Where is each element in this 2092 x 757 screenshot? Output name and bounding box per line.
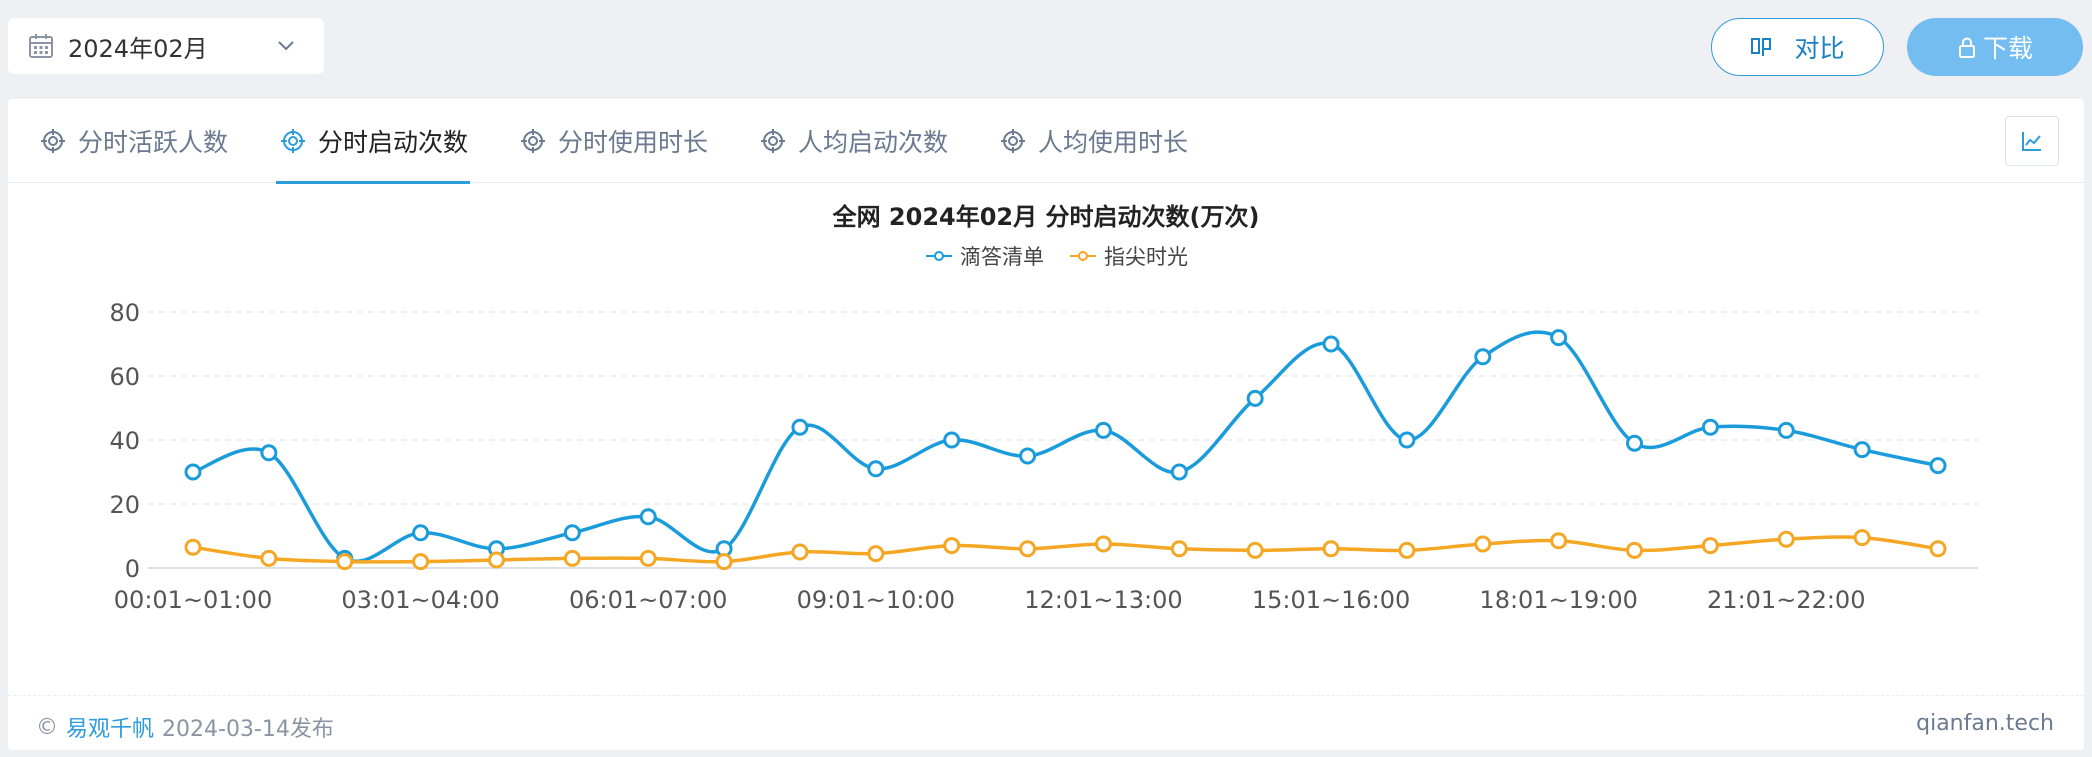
data-point [336,553,354,571]
site-name: qianfan.tech [1916,711,2054,736]
data-point [1550,532,1568,550]
data-point [1701,418,1719,436]
series-line-dida [192,330,1939,563]
data-point [412,524,430,542]
chart-card: 分时活跃人数 分时启动次数 分时使用时长 人均启动次数 人均使用时长 全网 20… [8,99,2084,750]
data-point [791,418,809,436]
compare-icon [1751,38,1772,56]
x-tick-label: 06:01~07:00 [569,586,727,614]
data-point [1094,421,1112,439]
data-point [1626,541,1644,559]
data-point [563,549,581,567]
legend-label: 指尖时光 [1104,245,1188,269]
data-point [715,553,733,571]
x-tick-label: 18:01~19:00 [1479,586,1637,614]
brand-link[interactable]: 易观千帆 [66,711,154,743]
chart-title: 全网 2024年02月 分时启动次数(万次) [832,203,1260,231]
x-tick-label: 09:01~10:00 [797,586,955,614]
y-tick-label: 0 [125,555,140,583]
data-point [1170,540,1188,558]
download-label: 下载 [1982,34,2033,63]
legend-label: 滴答清单 [960,245,1044,269]
data-point [1398,541,1416,559]
data-point [867,545,885,563]
data-point [1474,348,1492,366]
data-point [1853,529,1871,547]
x-tick-label: 21:01~22:00 [1707,586,1865,614]
chevron-down-icon [278,41,294,51]
data-point [1777,421,1795,439]
x-tick-label: 15:01~16:00 [1252,586,1410,614]
y-tick-label: 20 [109,491,140,519]
data-point [1170,463,1188,481]
data-point [1322,540,1340,558]
data-point [260,549,278,567]
footer-divider [8,695,2084,696]
data-point [1929,457,1947,475]
data-point [1246,389,1264,407]
data-point [563,524,581,542]
date-picker[interactable]: 2024年02月 [8,18,324,74]
legend-swatch-marker [934,251,944,261]
data-point [1019,540,1037,558]
lock-icon [1958,37,1975,58]
data-point [1777,530,1795,548]
y-tick-label: 80 [109,299,140,327]
data-point [260,444,278,462]
data-point [1626,434,1644,452]
data-point [1246,541,1264,559]
x-tick-label: 00:01~01:00 [114,586,272,614]
compare-button[interactable]: 对比 [1711,18,1884,76]
footer-credit: © 易观千帆 2024-03-14发布 [36,711,334,743]
download-button[interactable]: 下载 [1907,18,2083,76]
data-point [639,549,657,567]
legend-swatch-marker [1078,251,1088,261]
data-point [184,463,202,481]
data-point [1929,540,1947,558]
data-point [1019,447,1037,465]
data-point [867,460,885,478]
line-chart: 全网 2024年02月 分时启动次数(万次) 滴答清单 指尖时光 0 20 40 60 80 0… [109,203,1978,614]
calendar-icon [29,34,53,58]
copyright-symbol: © [36,714,58,740]
data-point [1853,441,1871,459]
data-point [791,543,809,561]
y-tick-label: 60 [109,363,140,391]
data-point [1474,535,1492,553]
data-point [639,508,657,526]
data-point [943,431,961,449]
data-point [184,538,202,556]
data-point [412,553,430,571]
x-tick-label: 03:01~04:00 [341,586,499,614]
data-point [943,537,961,555]
date-picker-value: 2024年02月 [68,34,208,63]
data-point [1701,537,1719,555]
data-point [1322,335,1340,353]
data-point [1550,329,1568,347]
data-point [1398,431,1416,449]
compare-label: 对比 [1794,34,1845,63]
publish-date: 2024-03-14发布 [162,717,334,742]
data-point [1094,535,1112,553]
data-point [487,551,505,569]
y-tick-label: 40 [109,427,140,455]
x-tick-label: 12:01~13:00 [1024,586,1182,614]
